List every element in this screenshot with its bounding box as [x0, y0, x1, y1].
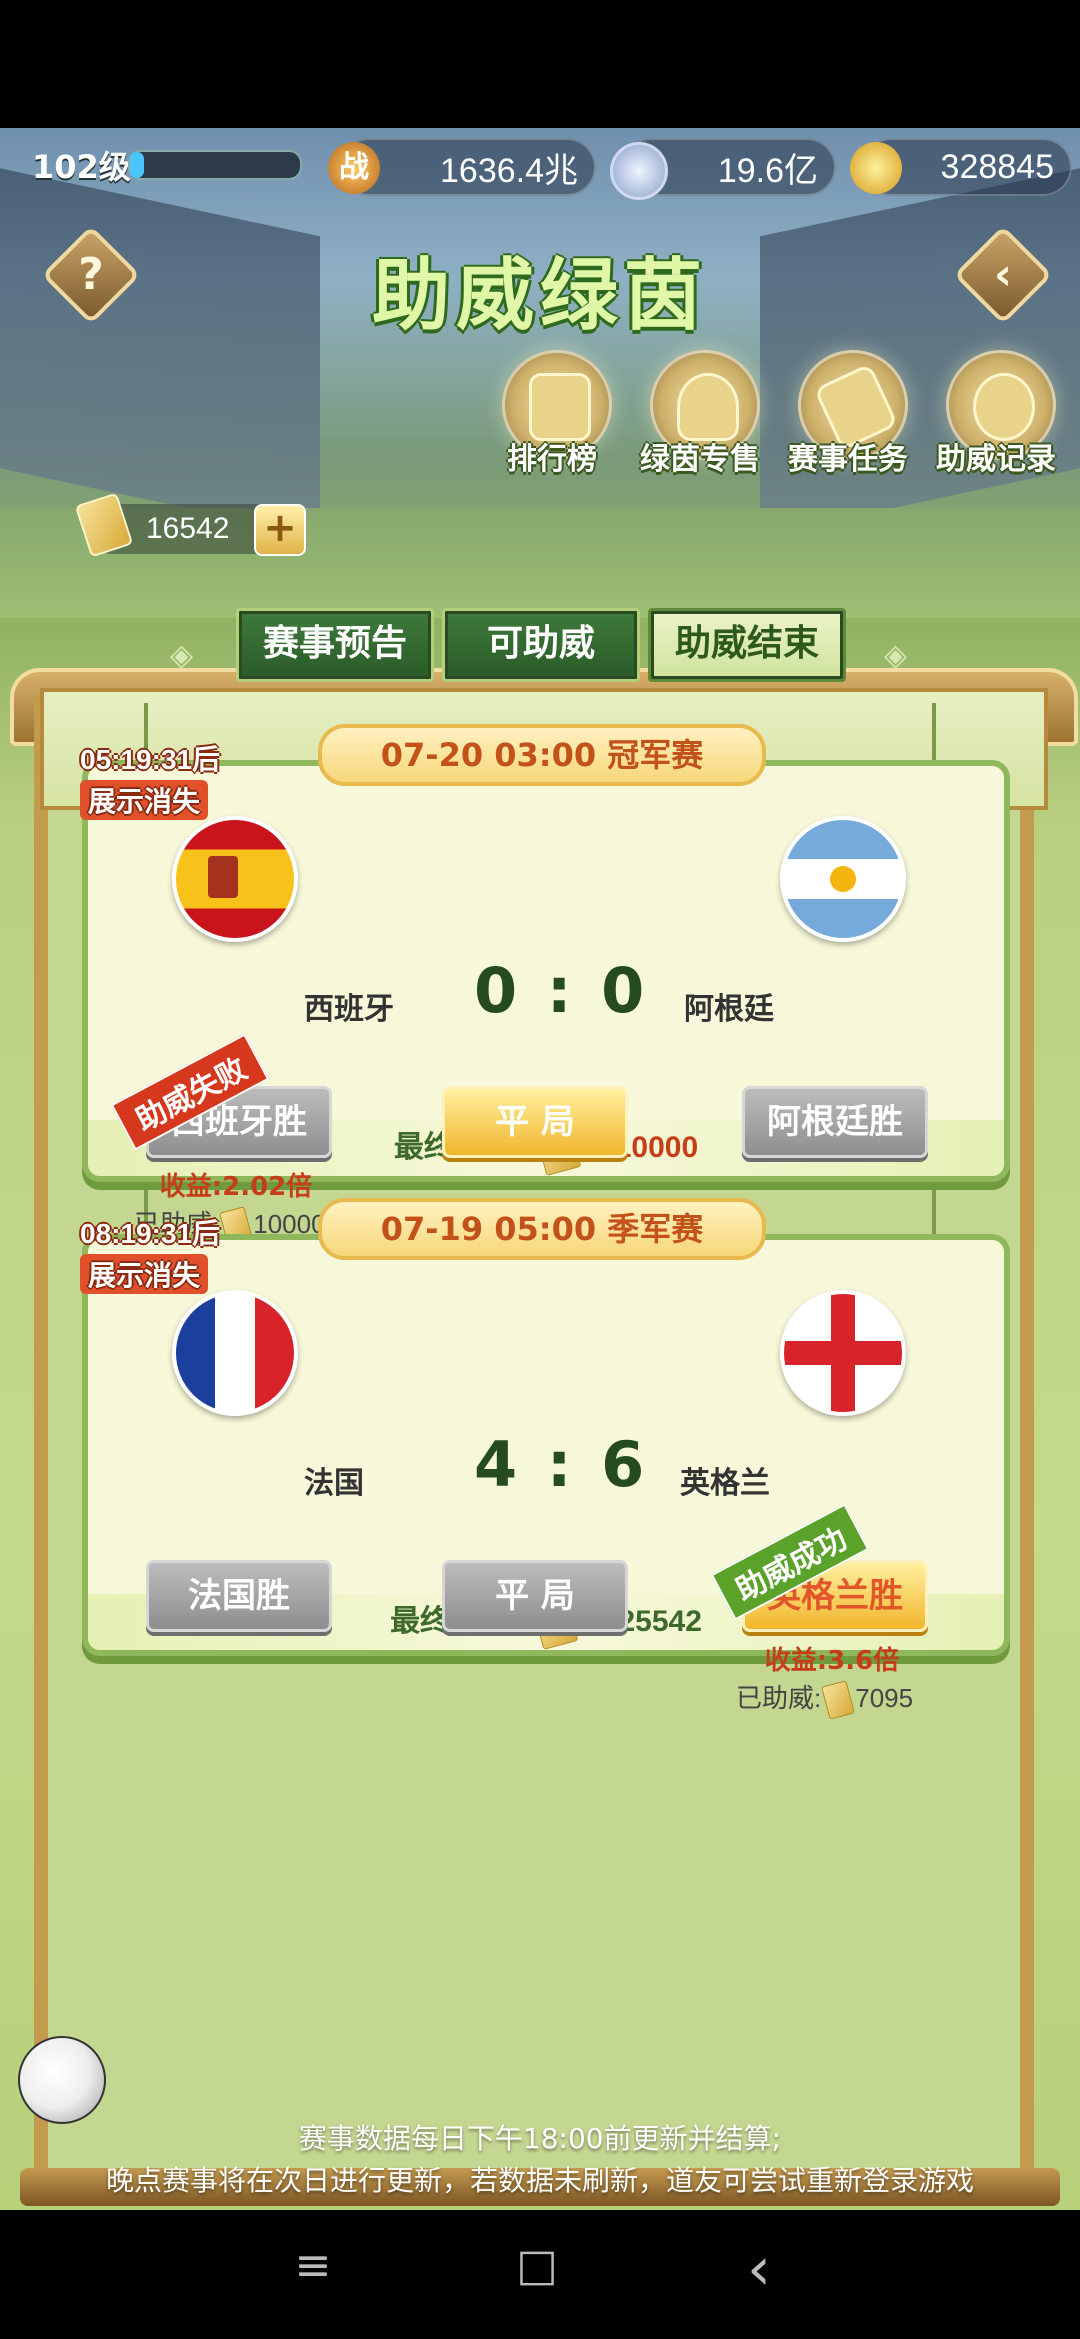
bet-away-win-button[interactable]: 阿根廷胜 — [742, 1086, 928, 1158]
gold-ingot-icon — [850, 142, 902, 194]
back-icon[interactable]: ‹ — [714, 2234, 804, 2304]
backed-amount: 7095 — [855, 1683, 914, 1713]
countdown-note: 展示消失 — [80, 1254, 209, 1294]
silver-coin-icon — [610, 142, 668, 200]
home-team-name: 法国 — [304, 1466, 364, 1501]
backed-amount-row: 已助威: 7095 — [736, 1678, 914, 1720]
power-display: 战 1636.4兆 — [328, 138, 596, 196]
argentina-flag-icon — [780, 816, 906, 942]
notice-line: 晚点赛事将在次日进行更新，若数据未刷新，道友可尝试重新登录游戏 — [105, 2164, 974, 2197]
away-team-name: 阿根廷 — [684, 992, 774, 1027]
backed-label: 已助威: — [736, 1683, 822, 1713]
page-title: 助威绿茵 — [371, 251, 708, 341]
england-flag-icon — [780, 1290, 906, 1416]
exp-bar — [128, 150, 302, 180]
back-chevron-icon: ‹ — [993, 249, 1013, 300]
stadium-stand-left — [0, 159, 320, 537]
level-label: 102级 — [32, 148, 131, 186]
home-team-name: 西班牙 — [304, 992, 394, 1027]
level-display: 102级 — [32, 142, 131, 188]
profit-multiplier: 收益:3.6倍 — [764, 1646, 900, 1676]
countdown-timer: 05:19:31后 展示消失 — [80, 738, 220, 820]
match-score: 0 : 0 — [474, 954, 649, 1027]
feature-shop-button[interactable]: 绿茵专售 — [630, 350, 770, 500]
ticket-count: 16542 — [146, 512, 230, 545]
feature-label: 助威记录 — [936, 442, 1056, 477]
gold-value: 328845 — [940, 147, 1054, 186]
feature-label: 赛事任务 — [788, 442, 908, 477]
ticket-icon — [821, 1679, 856, 1720]
tab-ended[interactable]: 助威结束 — [648, 608, 846, 682]
france-flag-icon — [172, 1290, 298, 1416]
countdown-timer: 08:19:31后 展示消失 — [80, 1212, 220, 1294]
tab-preview[interactable]: 赛事预告 — [236, 608, 434, 682]
tab-deco-left-icon: ◈ — [170, 638, 194, 673]
match-title: 07-19 05:00 季军赛 — [318, 1198, 766, 1260]
tab-available[interactable]: 可助威 — [442, 608, 640, 682]
match-title: 07-20 03:00 冠军赛 — [318, 724, 766, 786]
silver-value: 19.6亿 — [717, 151, 818, 190]
bet-home-win-button[interactable]: 法国胜 — [146, 1560, 332, 1632]
feature-leaderboard-button[interactable]: 排行榜 — [482, 350, 622, 500]
system-nav-bar: ≡ □ ‹ — [0, 2210, 1080, 2339]
notice-text: 赛事数据每日下午18:00前更新并结算; 晚点赛事将在次日进行更新，若数据未刷新… — [0, 2118, 1080, 2202]
countdown-time: 05:19:31后 — [80, 744, 221, 775]
feature-label: 绿茵专售 — [640, 442, 760, 477]
spain-flag-icon — [172, 816, 298, 942]
add-ticket-button[interactable]: + — [254, 504, 306, 556]
countdown-note: 展示消失 — [80, 780, 209, 820]
status-bar — [0, 0, 1080, 128]
tab-deco-right-icon: ◈ — [884, 638, 908, 673]
feature-record-button[interactable]: 助威记录 — [926, 350, 1066, 500]
bet-draw-button[interactable]: 平 局 — [442, 1560, 628, 1632]
home-icon[interactable]: □ — [492, 2240, 582, 2291]
profit-multiplier: 收益:2.02倍 — [159, 1172, 313, 1202]
feature-tasks-button[interactable]: 赛事任务 — [778, 350, 918, 500]
away-team-name: 英格兰 — [680, 1466, 770, 1501]
soccer-ball-icon — [18, 2036, 106, 2124]
menu-icon[interactable]: ≡ — [268, 2240, 358, 2291]
countdown-time: 08:19:31后 — [80, 1218, 221, 1249]
silver-display: 19.6亿 — [610, 138, 836, 200]
power-value: 1636.4兆 — [440, 151, 578, 190]
power-icon: 战 — [328, 142, 380, 194]
bet-draw-button[interactable]: 平 局 — [442, 1086, 628, 1158]
notice-line: 赛事数据每日下午18:00前更新并结算; — [298, 2122, 782, 2155]
gold-display: 328845 — [850, 138, 1072, 196]
match-score: 4 : 6 — [474, 1428, 649, 1501]
game-screen: 102级 战 1636.4兆 19.6亿 328845 ? 助威绿茵 ‹ 排行榜… — [0, 128, 1080, 2210]
feature-label: 排行榜 — [507, 442, 597, 477]
